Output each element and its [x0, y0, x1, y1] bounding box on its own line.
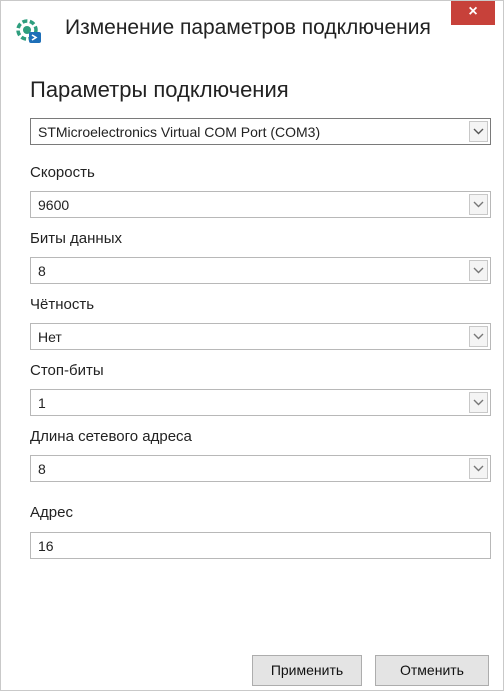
section-title: Параметры подключения [30, 77, 289, 102]
data-bits-label: Биты данных [30, 230, 122, 247]
title-bar: Изменение параметров подключения × [1, 1, 503, 59]
chevron-down-icon[interactable] [469, 194, 488, 215]
cancel-button[interactable]: Отменить [375, 655, 489, 686]
stop-bits-select-value: 1 [38, 395, 46, 411]
close-icon: × [468, 3, 478, 20]
speed-label: Скорость [30, 164, 95, 181]
window-title: Изменение параметров подключения [65, 16, 431, 39]
close-button[interactable]: × [451, 1, 495, 25]
address-length-label: Длина сетевого адреса [30, 428, 192, 445]
address-length-select[interactable]: 8 [30, 455, 491, 482]
port-select-value: STMicroelectronics Virtual COM Port (COM… [38, 124, 321, 140]
chevron-down-icon[interactable] [469, 121, 488, 142]
speed-select-value: 9600 [38, 197, 70, 213]
port-select[interactable]: STMicroelectronics Virtual COM Port (COM… [30, 118, 491, 145]
parity-select[interactable]: Нет [30, 323, 491, 350]
stop-bits-select[interactable]: 1 [30, 389, 491, 416]
address-label: Адрес [30, 504, 73, 521]
speed-select[interactable]: 9600 [30, 191, 491, 218]
connection-settings-dialog: Изменение параметров подключения × Парам… [0, 0, 504, 691]
parity-label: Чётность [30, 296, 95, 313]
address-length-select-value: 8 [38, 461, 46, 477]
data-bits-select-value: 8 [38, 263, 46, 279]
parity-select-value: Нет [38, 329, 62, 345]
app-logo-icon [16, 19, 41, 43]
chevron-down-icon[interactable] [469, 458, 488, 479]
stop-bits-label: Стоп-биты [30, 362, 104, 379]
chevron-down-icon[interactable] [469, 392, 488, 413]
address-input[interactable]: 16 [30, 532, 491, 559]
chevron-down-icon[interactable] [469, 326, 488, 347]
chevron-down-icon[interactable] [469, 260, 488, 281]
apply-button[interactable]: Применить [252, 655, 362, 686]
data-bits-select[interactable]: 8 [30, 257, 491, 284]
